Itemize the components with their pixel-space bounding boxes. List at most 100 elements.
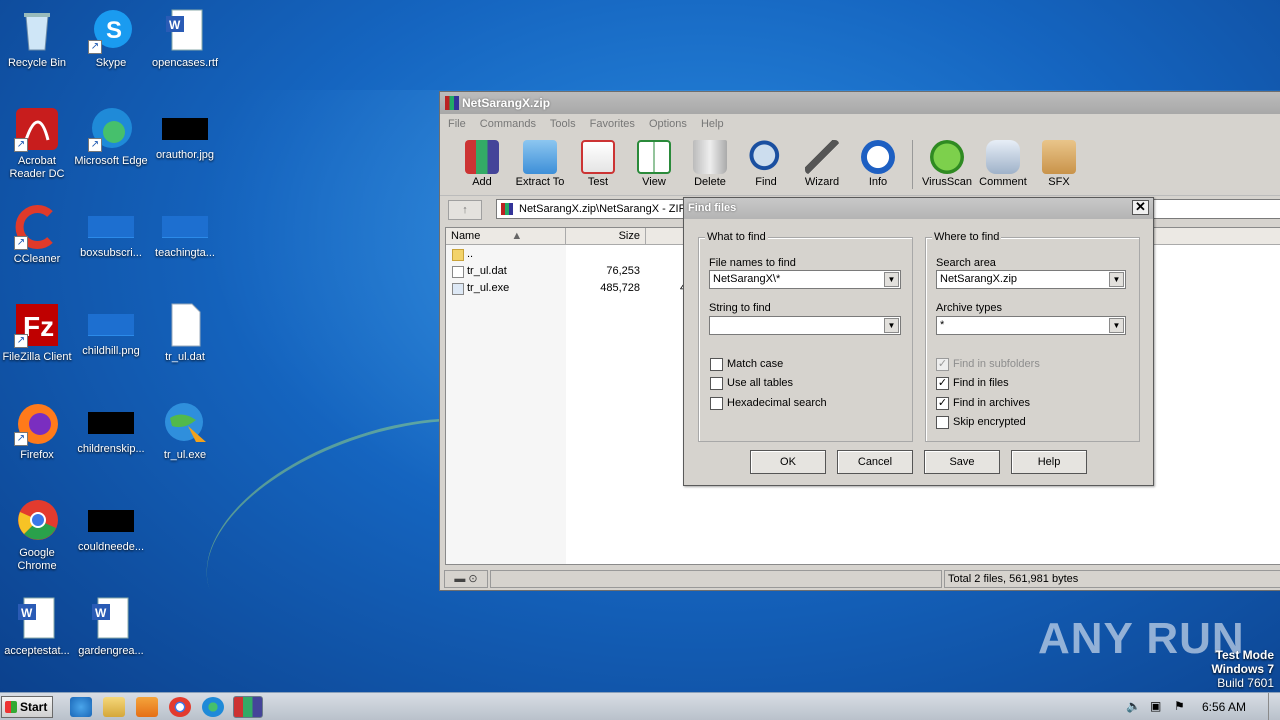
toolbar-label: Find — [755, 176, 777, 188]
chrome-icon[interactable] — [169, 697, 191, 717]
match-case-checkbox[interactable]: Match case — [710, 358, 783, 372]
where-to-find-group: Where to find Search area NetSarangX.zip… — [925, 231, 1140, 442]
desktop-icon-edge[interactable]: ↗ Microsoft Edge — [74, 106, 148, 168]
file-explorer-icon[interactable] — [103, 697, 125, 717]
chevron-down-icon[interactable]: ▼ — [884, 272, 899, 287]
file-name: .. — [467, 248, 474, 260]
use-all-tables-checkbox[interactable]: Use all tables — [710, 377, 793, 391]
desktop-icon-label: orauthor.jpg — [155, 149, 215, 161]
toolbar-comment-button[interactable]: Comment — [975, 134, 1031, 195]
skip-encrypted-checkbox[interactable]: Skip encrypted — [936, 416, 1026, 430]
toolbar-label: Wizard — [804, 176, 840, 188]
menu-help[interactable]: Help — [701, 118, 724, 130]
desktop-icon-couldneede[interactable]: couldneede... — [74, 498, 148, 554]
toolbar-label: VirusScan — [922, 176, 972, 188]
volume-icon[interactable]: 🔈 — [1126, 699, 1141, 713]
desktop-icon-acrobat[interactable]: ↗ Acrobat Reader DC — [0, 106, 74, 181]
desktop-icon-filezilla[interactable]: Fz ↗ FileZilla Client — [0, 302, 74, 364]
string-to-find-combo[interactable]: ▼ — [709, 316, 901, 335]
group-title: Where to find — [932, 231, 1002, 243]
toolbar-label: Extract To — [515, 176, 565, 188]
desktop-icon-label: Google Chrome — [17, 547, 57, 572]
column-name[interactable]: Name ▲ — [446, 228, 566, 244]
file-name: tr_ul.dat — [467, 265, 507, 277]
winrar-icon — [445, 96, 459, 110]
sort-ascending-icon: ▲ — [511, 230, 523, 242]
desktop-icon-tr-ul-exe[interactable]: tr_ul.exe — [148, 400, 222, 462]
find-in-files-checkbox[interactable]: ✓ Find in files — [936, 377, 1009, 391]
up-folder-button[interactable]: ↑ — [448, 200, 482, 220]
drive-icon[interactable]: ▬ ⊙ — [444, 570, 488, 588]
chevron-down-icon[interactable]: ▼ — [884, 318, 899, 333]
show-desktop-button[interactable] — [1268, 693, 1280, 720]
clock[interactable]: 6:56 AM — [1202, 700, 1246, 714]
file-name: tr_ul.exe — [467, 282, 510, 294]
desktop-icon-boxsubscri[interactable]: boxsubscri... — [74, 204, 148, 260]
checkbox-label: Use all tables — [727, 377, 794, 389]
trash-icon — [693, 140, 727, 174]
search-area-combo[interactable]: NetSarangX.zip ▼ — [936, 270, 1126, 289]
ok-button[interactable]: OK — [750, 450, 826, 474]
menu-options[interactable]: Options — [649, 118, 687, 130]
info-icon — [861, 140, 895, 174]
chevron-down-icon[interactable]: ▼ — [1109, 318, 1124, 333]
desktop-icon-firefox[interactable]: ↗ Firefox — [0, 400, 74, 462]
toolbar-add-button[interactable]: Add — [454, 134, 510, 195]
desktop-icon-tr-ul-dat[interactable]: tr_ul.dat — [148, 302, 222, 364]
checkbox-label: Find in files — [953, 377, 1009, 389]
desktop-icon-chrome[interactable]: Google Chrome — [0, 498, 74, 573]
toolbar-virusscan-button[interactable]: VirusScan — [919, 134, 975, 195]
toolbar-test-button[interactable]: Test — [570, 134, 626, 195]
checkmark-icon: ✓ — [936, 377, 949, 390]
toolbar-info-button[interactable]: Info — [850, 134, 906, 195]
chevron-down-icon[interactable]: ▼ — [1109, 272, 1124, 287]
toolbar-wizard-button[interactable]: Wizard — [794, 134, 850, 195]
column-size[interactable]: Size — [566, 228, 646, 244]
dialog-titlebar[interactable]: Find files ✕ — [684, 198, 1153, 219]
network-icon[interactable]: ▣ — [1150, 699, 1161, 713]
desktop-icon-label: teachingta... — [155, 247, 215, 259]
menu-commands[interactable]: Commands — [480, 118, 536, 130]
image-file-icon — [88, 216, 134, 238]
toolbar-find-button[interactable]: Find — [738, 134, 794, 195]
winrar-taskbar-button[interactable] — [233, 696, 263, 718]
archive-types-label: Archive types — [936, 302, 1003, 314]
save-button[interactable]: Save — [924, 450, 1000, 474]
menu-file[interactable]: File — [448, 118, 466, 130]
toolbar-delete-button[interactable]: Delete — [682, 134, 738, 195]
hex-search-checkbox[interactable]: Hexadecimal search — [710, 397, 827, 411]
toolbar-extract-button[interactable]: Extract To — [510, 134, 570, 195]
desktop-icon-gardengrea[interactable]: W gardengrea... — [74, 596, 148, 658]
desktop-icon-childhill[interactable]: childhill.png — [74, 302, 148, 358]
start-button[interactable]: Start — [1, 696, 53, 718]
search-area-label: Search area — [936, 257, 996, 269]
close-icon[interactable]: ✕ — [1132, 200, 1149, 215]
desktop-icon-recycle-bin[interactable]: Recycle Bin — [0, 8, 74, 70]
archive-types-combo[interactable]: * ▼ — [936, 316, 1126, 335]
help-button[interactable]: Help — [1011, 450, 1087, 474]
winrar-titlebar[interactable]: NetSarangX.zip — [440, 92, 1280, 114]
edge-icon[interactable] — [202, 697, 224, 717]
desktop-icon-ccleaner[interactable]: ↗ CCleaner — [0, 204, 74, 266]
file-names-combo[interactable]: NetSarangX\* ▼ — [709, 270, 901, 289]
desktop-icon-teachingta[interactable]: teachingta... — [148, 204, 222, 260]
cancel-button[interactable]: Cancel — [837, 450, 913, 474]
desktop-icon-opencases[interactable]: W opencases.rtf — [148, 8, 222, 70]
find-in-archives-checkbox[interactable]: ✓ Find in archives — [936, 397, 1030, 411]
internet-explorer-icon[interactable] — [70, 697, 92, 717]
file-names-label: File names to find — [709, 257, 796, 269]
desktop-icon-acceptestat[interactable]: W acceptestat... — [0, 596, 74, 658]
checkmark-icon: ✓ — [936, 397, 949, 410]
toolbar-view-button[interactable]: View — [626, 134, 682, 195]
skype-icon: S ↗ — [88, 8, 134, 54]
desktop-icon-orauthor[interactable]: orauthor.jpg — [148, 106, 222, 162]
media-player-icon[interactable] — [136, 697, 158, 717]
desktop-icon-childrenskip[interactable]: childrenskip... — [74, 400, 148, 456]
desktop-icon-skype[interactable]: S ↗ Skype — [74, 8, 148, 70]
action-center-flag-icon[interactable]: ⚑ — [1174, 699, 1185, 713]
toolbar: Add Extract To Test View Delete Find Wiz… — [440, 134, 1280, 196]
toolbar-sfx-button[interactable]: SFX — [1031, 134, 1087, 195]
wizard-wand-icon — [805, 140, 839, 174]
menu-favorites[interactable]: Favorites — [590, 118, 635, 130]
menu-tools[interactable]: Tools — [550, 118, 576, 130]
